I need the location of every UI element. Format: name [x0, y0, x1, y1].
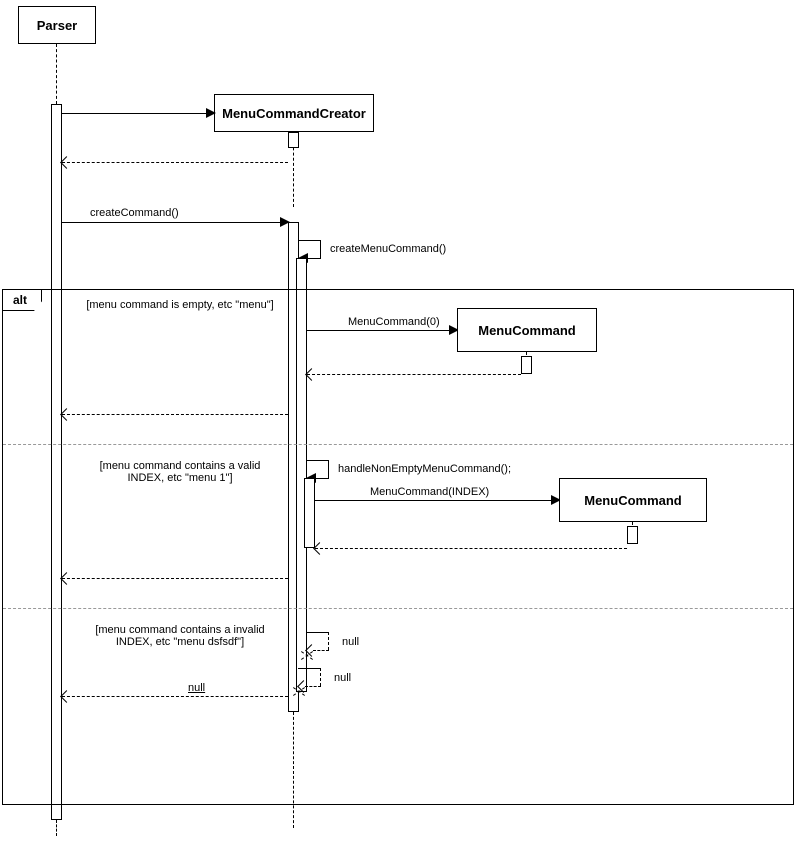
self-side-createmenu [320, 240, 321, 258]
label-create-command: createCommand() [90, 207, 179, 219]
msg-create-creator [62, 113, 214, 114]
participant-menucommand-2-label: MenuCommand [584, 493, 682, 508]
return-parser-2 [62, 578, 288, 579]
activation-mc2 [627, 526, 638, 544]
alt-divider-1 [3, 444, 793, 445]
guard-1: [menu command is empty, etc "menu"] [80, 299, 280, 311]
activation-handle [304, 478, 315, 548]
participant-menucommand-1: MenuCommand [457, 308, 597, 352]
participant-creator-label: MenuCommandCreator [222, 106, 366, 121]
label-create-menu-command: createMenuCommand() [330, 243, 446, 255]
self-side-null2 [320, 668, 321, 686]
alt-frame [2, 289, 794, 805]
msg-create-command [62, 222, 288, 223]
participant-parser-label: Parser [37, 18, 77, 33]
self-top-null1 [306, 632, 328, 633]
self-side-handle [328, 460, 329, 478]
participant-menucommand-1-label: MenuCommand [478, 323, 576, 338]
return-creator-created [62, 162, 288, 163]
lifeline-creator-tail [293, 712, 294, 828]
msg-menu-command-0 [307, 330, 457, 331]
activation-creator-create [288, 132, 299, 148]
activation-mc1 [521, 356, 532, 374]
lifeline-parser-tail [56, 820, 57, 836]
label-null-3: null [188, 682, 205, 694]
alt-divider-2 [3, 608, 793, 609]
self-top-handle [306, 460, 328, 461]
lifeline-parser [56, 44, 57, 104]
label-null-2: null [334, 672, 351, 684]
label-null-1: null [342, 636, 359, 648]
alt-tab-label: alt [13, 293, 27, 307]
participant-parser: Parser [18, 6, 96, 44]
alt-tab: alt [2, 289, 42, 311]
label-menu-command-0: MenuCommand(0) [348, 316, 440, 328]
return-parser-3 [62, 696, 288, 697]
destroy-x-2 [292, 684, 306, 698]
return-mc1 [307, 374, 521, 375]
participant-creator: MenuCommandCreator [214, 94, 374, 132]
arrow-return-creator [60, 156, 73, 169]
label-menu-command-index: MenuCommand(INDEX) [370, 486, 489, 498]
label-handle-nonempty: handleNonEmptyMenuCommand(); [338, 463, 511, 475]
arrow-create-creator [206, 108, 216, 118]
self-side-null1 [328, 632, 329, 650]
msg-menu-command-index [315, 500, 559, 501]
guard-3: [menu command contains a invalid INDEX, … [80, 624, 280, 648]
self-top-null2 [298, 668, 320, 669]
return-mc2 [315, 548, 627, 549]
guard-2: [menu command contains a valid INDEX, et… [80, 460, 280, 484]
return-parser-1 [62, 414, 288, 415]
destroy-x-1 [300, 648, 314, 662]
self-top-createmenu [298, 240, 320, 241]
participant-menucommand-2: MenuCommand [559, 478, 707, 522]
